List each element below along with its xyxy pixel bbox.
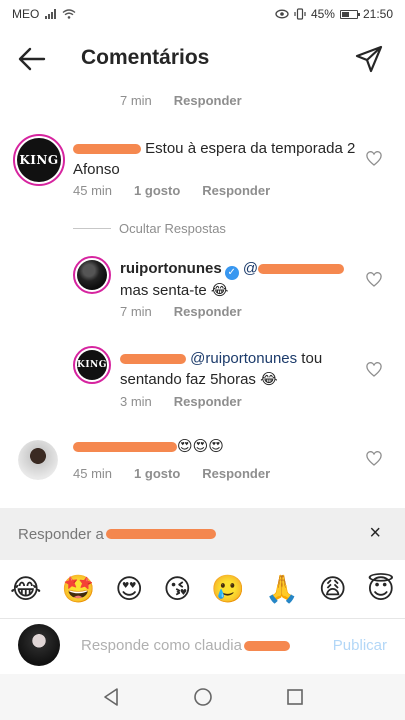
likes-count[interactable]: 1 gosto bbox=[134, 183, 180, 198]
comment-composer: Responde como claudia Publicar bbox=[0, 618, 405, 674]
emoji-button[interactable]: 🥲 bbox=[211, 573, 245, 605]
mention[interactable]: @ruiportonunes bbox=[190, 350, 297, 367]
reply-username[interactable]: ruiportonunes bbox=[120, 260, 222, 277]
reply-link[interactable]: Responder bbox=[174, 93, 242, 108]
avatar-text: KING bbox=[17, 138, 61, 182]
recents-square-icon[interactable] bbox=[284, 686, 306, 708]
comment-time: 45 min bbox=[73, 183, 113, 198]
back-triangle-icon[interactable] bbox=[100, 686, 122, 708]
comment-text: Estou à espera da temporada 2 Afonso bbox=[73, 138, 363, 180]
avatar[interactable]: KING bbox=[73, 346, 111, 384]
comment-meta: 7 min Responder bbox=[120, 93, 242, 108]
comment-body: 😍😍😍 bbox=[177, 438, 224, 455]
reply-text: ruiportonunes ✓ @ mas senta-te 😂 bbox=[120, 258, 360, 301]
heart-icon[interactable] bbox=[366, 151, 382, 167]
redacted-username bbox=[243, 641, 290, 652]
replying-to-label: Responder a bbox=[18, 525, 104, 543]
reply-meta: 7 min Responder bbox=[120, 304, 242, 319]
avatar[interactable] bbox=[73, 256, 111, 294]
direct-send-icon[interactable] bbox=[355, 45, 383, 73]
page-title: Comentários bbox=[81, 46, 210, 69]
avatar-image bbox=[77, 260, 107, 290]
redacted-username[interactable] bbox=[120, 354, 186, 365]
emoji-button[interactable]: 😘 bbox=[163, 574, 191, 605]
hide-replies-label: Ocultar Respostas bbox=[119, 221, 226, 236]
emoji-button[interactable]: 😇 bbox=[367, 574, 395, 605]
avatar-image bbox=[18, 440, 58, 480]
emoji-button[interactable]: 🤩 bbox=[62, 573, 96, 605]
avatar-text: KING bbox=[77, 350, 107, 380]
comment-meta: 45 min 1 gosto Responder bbox=[73, 183, 270, 198]
hide-replies-toggle[interactable]: Ocultar Respostas bbox=[73, 221, 226, 236]
heart-icon[interactable] bbox=[366, 272, 382, 288]
emoji-button[interactable]: 😍 bbox=[115, 574, 143, 605]
clock: 21:50 bbox=[362, 7, 393, 21]
avatar[interactable] bbox=[18, 440, 58, 480]
status-bar: MEO 45% 21:50 bbox=[0, 0, 405, 28]
avatar[interactable]: KING bbox=[13, 134, 65, 186]
publish-button[interactable]: Publicar bbox=[333, 637, 387, 654]
signal-icon bbox=[45, 9, 57, 19]
emoji-button[interactable]: 😂 bbox=[10, 574, 42, 605]
close-icon[interactable]: × bbox=[369, 522, 381, 545]
comment-meta: 45 min 1 gosto Responder bbox=[73, 466, 270, 481]
back-arrow-icon[interactable] bbox=[18, 46, 46, 72]
likes-count[interactable]: 1 gosto bbox=[134, 466, 180, 481]
comment-input[interactable]: Responde como claudia bbox=[81, 637, 290, 654]
mention[interactable]: @ bbox=[243, 260, 345, 277]
home-circle-icon[interactable] bbox=[192, 686, 214, 708]
verified-badge-icon: ✓ bbox=[224, 266, 239, 280]
comment-text: 😍😍😍 bbox=[73, 436, 363, 457]
redacted-mention bbox=[258, 264, 345, 275]
divider bbox=[73, 228, 111, 229]
avatar bbox=[18, 624, 60, 666]
replying-to-bar: Responder a × bbox=[0, 508, 405, 560]
redacted-username[interactable] bbox=[73, 442, 177, 453]
wifi-icon bbox=[62, 9, 76, 19]
system-navbar bbox=[0, 674, 405, 720]
vibrate-icon bbox=[294, 8, 306, 20]
redacted-username bbox=[105, 529, 216, 539]
comment-time: 7 min bbox=[120, 93, 152, 108]
emoji-bar: 😂 🤩 😍 😘 🥲 🙏 😩 😇 bbox=[0, 562, 405, 616]
heart-icon[interactable] bbox=[366, 451, 382, 467]
emoji-button[interactable]: 🙏 bbox=[265, 573, 299, 605]
reply-link[interactable]: Responder bbox=[174, 394, 242, 409]
reply-time: 7 min bbox=[120, 304, 152, 319]
battery-icon bbox=[339, 9, 360, 19]
reply-time: 3 min bbox=[120, 394, 152, 409]
carrier-label: MEO bbox=[12, 7, 40, 21]
eye-icon bbox=[275, 9, 289, 19]
header: Comentários bbox=[0, 32, 405, 86]
comment-input-placeholder: Responde como claudia bbox=[81, 637, 242, 654]
reply-meta: 3 min Responder bbox=[120, 394, 242, 409]
emoji-button[interactable]: 😩 bbox=[319, 574, 347, 605]
comment-time: 45 min bbox=[73, 466, 113, 481]
heart-icon[interactable] bbox=[366, 362, 382, 378]
reply-link[interactable]: Responder bbox=[202, 466, 270, 481]
redacted-username[interactable] bbox=[73, 144, 141, 155]
reply-link[interactable]: Responder bbox=[202, 183, 270, 198]
reply-text: @ruiportonunes tou sentando faz 5horas 😂 bbox=[120, 348, 360, 390]
reply-link[interactable]: Responder bbox=[174, 304, 242, 319]
reply-body: mas senta-te 😂 bbox=[120, 282, 229, 299]
battery-percent: 45% bbox=[310, 7, 335, 21]
